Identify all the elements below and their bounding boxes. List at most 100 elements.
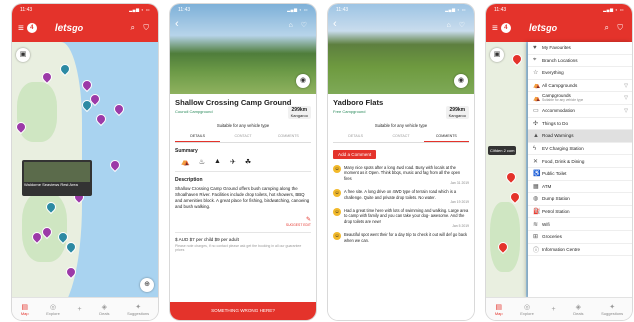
map-pin[interactable] xyxy=(79,77,95,93)
app-logo: letsgo xyxy=(55,23,83,34)
top-bar: ≡ 4 letsgo ⌕ ⛉ xyxy=(486,16,632,40)
menu-item-campgrounds[interactable]: ⛺ Campgrounds Suitable for any vehicle typ… xyxy=(528,92,632,105)
park-area xyxy=(17,82,57,142)
tab-map[interactable]: ▤ Map xyxy=(21,303,29,316)
tab-details[interactable]: DETAILS xyxy=(333,134,378,142)
filter-icon[interactable]: ▽ xyxy=(624,83,628,89)
camera-icon[interactable]: ◉ xyxy=(454,74,468,88)
map-pin[interactable] xyxy=(93,111,109,127)
menu-label: Everything xyxy=(542,70,564,76)
phone-map: 11:43 ▂▄▆ ◐ ▭ ≡ 4 letsgo ⌕ ⛉ Waldorne Seav… xyxy=(12,4,158,320)
tab-map[interactable]: ▤ Map xyxy=(495,303,503,316)
filter-icon[interactable]: ▽ xyxy=(624,95,628,101)
details-content: Shallow Crossing Camp Ground Council Cam… xyxy=(170,94,316,320)
menu-item-atm[interactable]: ▦ ATM xyxy=(528,181,632,194)
menu-item-branch-locations[interactable]: ⌖ Branch Locations xyxy=(528,55,632,68)
menu-item-groceries[interactable]: ⊞ Groceries xyxy=(528,231,632,244)
tab-contact[interactable]: CONTACT xyxy=(378,134,423,142)
tag-icon: ◈ xyxy=(101,303,108,311)
tab-deals[interactable]: ◈ Deals xyxy=(99,303,109,316)
tent-icon: ⛺ xyxy=(533,83,541,90)
favourite-icon[interactable]: ⌂ ♡ xyxy=(289,21,310,29)
menu-item-information-centre[interactable]: ⓘ Information Centre xyxy=(528,244,632,257)
distance-box: 299km Kangaroo xyxy=(445,106,469,119)
smiley-icon: ☺ xyxy=(333,165,341,173)
add-comment-button[interactable]: Add a Comment xyxy=(333,150,377,159)
menu-item-everything[interactable]: ☆ Everything xyxy=(528,67,632,80)
tab-suggestions[interactable]: ✦ Suggestions xyxy=(127,303,149,316)
tab-explore[interactable]: ◎ Explore xyxy=(520,303,534,316)
back-icon[interactable]: ‹ xyxy=(333,18,337,30)
filter-icon[interactable]: ▽ xyxy=(624,108,628,114)
thumbs-up-icon: ✦ xyxy=(609,303,616,311)
menu-label: Groceries xyxy=(542,234,562,240)
menu-item-all-campgrounds[interactable]: ⛺ All Campgrounds ▽ xyxy=(528,80,632,93)
menu-item-public-toilet[interactable]: ♿ Public Toilet xyxy=(528,168,632,181)
suggest-edit-link[interactable]: ✎ SUGGEST EDIT xyxy=(175,216,311,227)
menu-item-accommodation[interactable]: ▭ Accommodation ▽ xyxy=(528,105,632,118)
location-icon: ⌖ xyxy=(533,56,537,63)
tab-label: Map xyxy=(494,310,503,316)
status-bar: 11:43 ▂▄▆ ◐ ▭ xyxy=(486,4,632,15)
menu-icon[interactable]: ≡ xyxy=(492,23,498,34)
map-popup[interactable]: Clifden 2 com xyxy=(488,146,517,155)
map-pin[interactable] xyxy=(111,101,127,117)
tab-label: Explore xyxy=(520,310,534,316)
menu-label: Petrol Station xyxy=(542,209,570,215)
search-icon[interactable]: ⌕ ⛉ xyxy=(131,23,152,33)
menu-item-petrol-station[interactable]: ⛽ Petrol Station xyxy=(528,206,632,219)
vehicle-suitability: Suitable for any vehicle type xyxy=(216,123,270,128)
menu-item-favourites[interactable]: ♥ My Favourites xyxy=(528,42,632,55)
menu-icon[interactable]: ≡ xyxy=(18,23,24,34)
locate-icon[interactable]: ⊕ xyxy=(140,278,154,292)
price-text: AUD $7 per child $9 per adult xyxy=(178,237,239,242)
fire-icon: ♨ xyxy=(198,159,205,166)
search-icon[interactable]: ⌕ ⛉ xyxy=(605,23,626,33)
comment-item: ☺ A free site. A long drive on 4WD type o… xyxy=(333,189,469,204)
menu-label: ATM xyxy=(542,183,552,189)
report-issue-button[interactable]: SOMETHING WRONG HERE? xyxy=(170,302,316,320)
tab-suggestions[interactable]: ✦ Suggestions xyxy=(601,303,623,316)
notification-badge[interactable]: 4 xyxy=(26,23,37,33)
compass-icon: ✣ xyxy=(533,120,539,127)
menu-item-road-warnings[interactable]: ▲ Road Warnings xyxy=(528,130,632,143)
menu-item-dump-station[interactable]: ◍ Dump Station xyxy=(528,193,632,206)
comment-text: Beautiful spot went their for a day trip… xyxy=(344,232,468,243)
tab-add[interactable]: + xyxy=(77,306,81,313)
tab-comments[interactable]: COMMENTS xyxy=(266,134,311,142)
layers-icon[interactable]: ▣ xyxy=(490,48,504,62)
logo-lets: lets xyxy=(54,22,73,34)
wifi-icon: ≋ xyxy=(533,221,539,228)
notification-badge[interactable]: 4 xyxy=(500,23,511,33)
popup-image xyxy=(24,162,90,182)
back-icon[interactable]: ‹ xyxy=(175,18,179,30)
phone-menu: 11:43 ▂▄▆ ◐ ▭ ≡ 4 letsgo ⌕ ⛉ Clifden 2 com… xyxy=(486,4,632,320)
status-time: 11:43 xyxy=(178,6,191,13)
menu-item-food[interactable]: ✕ Food, Drink & Dining xyxy=(528,155,632,168)
compass-icon: ◎ xyxy=(49,303,57,311)
camera-icon[interactable]: ◉ xyxy=(296,74,310,88)
favourite-icon[interactable]: ⌂ ♡ xyxy=(447,21,468,29)
map-pin[interactable] xyxy=(107,157,123,173)
price-note: Please note charges, if no contact pleas… xyxy=(175,244,302,252)
menu-item-ev-charging[interactable]: ϟ EV Charging Station xyxy=(528,143,632,156)
tab-add[interactable]: + xyxy=(551,306,555,313)
menu-item-things-to-do[interactable]: ✣ Things to Do xyxy=(528,118,632,131)
menu-label: EV Charging Station xyxy=(542,146,584,152)
map-view[interactable]: Waldorne Seaviews Rest Area ▣ ⊕ xyxy=(12,42,158,298)
tab-contact[interactable]: CONTACT xyxy=(220,134,265,142)
status-bar: 11:43 ▂▄▆ ◐ ▭ xyxy=(328,4,474,15)
menu-label: Information Centre xyxy=(542,246,581,252)
menu-item-wifi[interactable]: ≋ Wifi xyxy=(528,218,632,231)
food-icon: ✕ xyxy=(533,158,539,165)
tab-comments[interactable]: COMMENTS xyxy=(423,134,469,142)
menu-label: Branch Locations xyxy=(542,57,578,63)
dog-icon: ✈ xyxy=(229,159,236,166)
tab-details[interactable]: DETAILS xyxy=(175,134,221,142)
tab-explore[interactable]: ◎ Explore xyxy=(46,303,60,316)
map-popup[interactable]: Waldorne Seaviews Rest Area xyxy=(22,160,92,196)
tab-deals[interactable]: ◈ Deals xyxy=(573,303,583,316)
layers-icon[interactable]: ▣ xyxy=(16,48,30,62)
comment-date: Jan 5 2019 xyxy=(452,224,469,229)
distance-from: Kangaroo xyxy=(290,113,308,118)
